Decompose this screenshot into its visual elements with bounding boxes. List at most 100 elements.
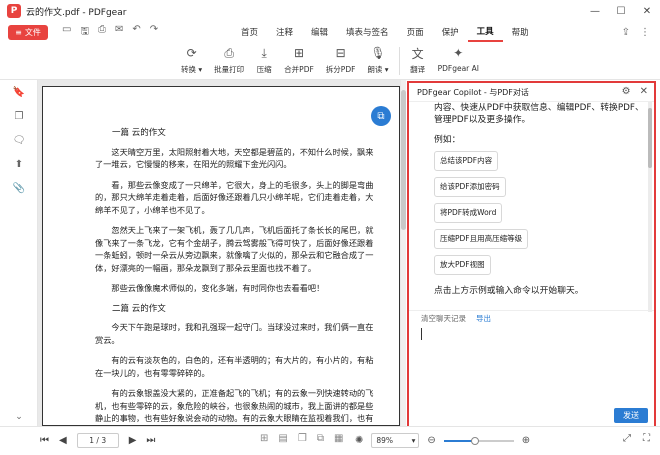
document-paragraph: 看，那些云像变成了一只绵羊，它很大，身上的毛很多，头上的脚是弯曲的，那只大绵羊走… <box>95 179 374 215</box>
copilot-hint-text: 点击上方示例或输入命令以开始聊天。 <box>434 286 584 296</box>
undo-icon[interactable]: ↶ <box>132 24 140 41</box>
pdf-page: 一篇 云的作文这天晴空万里，太阳照射着大地，天空都是碧蓝的，不知什么时候，飘来了… <box>42 86 400 426</box>
zoom-select[interactable]: 89% ▾ <box>371 433 420 448</box>
tab-2[interactable]: 编辑 <box>302 22 337 42</box>
more-icon[interactable]: ⋮ <box>640 27 650 38</box>
two-page-icon[interactable]: ❐ <box>298 433 307 444</box>
pdfgear-ai-button[interactable]: ✦ PDFgear AI <box>432 45 485 75</box>
main-tabs: 首页 注释 编辑 填表与签名 页面 保护 工具 帮助 <box>232 22 538 42</box>
convert-label: 转换 ▾ <box>181 65 203 74</box>
tab-0[interactable]: 首页 <box>232 22 267 42</box>
two-page-continuous-icon[interactable]: ⧉ <box>317 433 324 444</box>
merge-pdf-label: 合并PDF <box>284 65 314 74</box>
compress-button[interactable]: ⤓ 压缩 <box>250 45 278 75</box>
comments-icon[interactable]: 🗨 <box>0 128 38 152</box>
tab-5[interactable]: 保护 <box>433 22 468 42</box>
file-menu-label: 文件 <box>24 27 41 37</box>
merge-pdf-icon: ⊞ <box>293 46 305 60</box>
translate-icon: 文 <box>411 46 424 61</box>
copilot-scrollbar[interactable] <box>648 102 652 312</box>
document-heading: 一篇 云的作文 <box>112 128 166 138</box>
tab-3[interactable]: 填表与签名 <box>337 22 398 42</box>
compress-icon: ⤓ <box>261 45 267 60</box>
next-page-icon[interactable]: ▶ <box>129 435 137 446</box>
merge-pdf-button[interactable]: ⊞ 合并PDF <box>278 45 320 75</box>
zoom-slider[interactable] <box>443 436 514 445</box>
zoom-slider-handle[interactable] <box>471 436 480 445</box>
tools-ribbon: ⟳ 转换 ▾ ⎙ 批量打印 ⤓ 压缩 ⊞ 合并PDF ⊟ 拆分PDF 🎙 朗读 ▾ 文翻译 ✦ PDFgea… <box>0 42 660 80</box>
attachment-icon[interactable]: 📎 <box>0 176 38 200</box>
zoom-out-icon[interactable]: ⊖ <box>427 435 435 446</box>
fullscreen-icon[interactable]: ⛶ <box>643 433 650 444</box>
example-prompt-chip[interactable]: 放大PDF视图 <box>434 255 491 275</box>
last-page-icon[interactable]: ⏭ <box>146 435 155 446</box>
compress-label: 压缩 <box>256 65 272 74</box>
menu-icon: ≡ <box>15 27 22 37</box>
print-icon[interactable]: ⎙ <box>98 24 106 41</box>
zoom-value: 89% <box>376 436 394 445</box>
read-aloud-button[interactable]: 🎙 朗读 ▾ <box>361 45 394 75</box>
maximize-button[interactable]: ☐ <box>608 0 634 22</box>
convert-button[interactable]: ⟳ 转换 ▾ <box>175 45 208 75</box>
document-scroll-thumb[interactable] <box>401 90 406 230</box>
fit-page-icon[interactable]: ⤢ <box>623 433 631 444</box>
pdfgear-logo-icon: P <box>7 4 21 18</box>
document-viewer: 一篇 云的作文这天晴空万里，太阳照射着大地，天空都是碧蓝的，不知什么时候，飘来了… <box>38 80 406 426</box>
document-scrollbar[interactable] <box>401 80 406 426</box>
batch-print-button[interactable]: ⎙ 批量打印 <box>208 45 250 75</box>
save-icon[interactable]: 🖫 <box>80 24 89 41</box>
copilot-float-icon[interactable]: ⧉ <box>371 106 391 126</box>
tab-1[interactable]: 注释 <box>267 22 302 42</box>
document-paragraph: 那些云像像魔术师似的，变化多端，有时同你也去看看吧！ <box>111 283 325 293</box>
document-paragraph: 忽然天上飞来了一架飞机，轰了几几声，飞机后面托了条长长的尾巴，就像飞来了一条飞龙… <box>95 225 374 273</box>
export-chat-link[interactable]: 导出 <box>476 313 491 324</box>
clear-chat-link[interactable]: 清空聊天记录 <box>421 313 466 324</box>
minimize-button[interactable]: — <box>582 0 608 22</box>
upload-icon[interactable]: ⬆ <box>0 152 38 176</box>
example-prompt-chip[interactable]: 将PDF转成Word <box>434 203 503 223</box>
page-number-input[interactable]: 1 / 3 <box>76 433 119 448</box>
prev-page-icon[interactable]: ◀ <box>59 435 67 446</box>
example-prompt-chip[interactable]: 总结该PDF内容 <box>434 151 499 171</box>
first-page-icon[interactable]: ⏮ <box>40 435 49 446</box>
tab-7[interactable]: 帮助 <box>503 22 538 42</box>
translate-button[interactable]: 文翻译 <box>404 45 432 75</box>
share-icon[interactable]: ⇪ <box>622 27 630 38</box>
close-window-button[interactable]: ✕ <box>634 0 660 22</box>
split-pdf-button[interactable]: ⊟ 拆分PDF <box>320 45 362 75</box>
tab-4[interactable]: 页面 <box>398 22 433 42</box>
menu-bar: ≡ 文件 ▭ 🖫 ⎙ ✉ ↶ ↷ 首页 注释 编辑 填表与签名 页面 保护 工具 帮助 ⇪ ⋮ <box>0 22 660 42</box>
brightness-icon[interactable]: ✺ <box>355 435 363 446</box>
email-icon[interactable]: ✉ <box>115 24 123 41</box>
send-button[interactable]: 发送 <box>614 408 648 423</box>
document-paragraph: 有的云有淡灰色的，白色的，还有半透明的；有大片的，有小片的，有粘在一块儿的，也有… <box>95 355 374 378</box>
thumbnails-icon[interactable]: ❐ <box>0 104 38 128</box>
batch-print-label: 批量打印 <box>214 65 245 74</box>
copilot-intro-text: 内容、快速从PDF中获取信息、编辑PDF、转换PDF、管理PDF以及更多操作。 <box>434 103 644 125</box>
single-page-icon[interactable]: ⊞ <box>260 433 268 444</box>
document-paragraph: 这天晴空万里，太阳照射着大地，天空都是碧蓝的，不知什么时候，飘来了一堆云，它慢慢… <box>95 146 374 170</box>
copilot-header: PDFgear Copilot - 与PDF对话 ⚙ ✕ <box>409 83 654 102</box>
redo-icon[interactable]: ↷ <box>150 24 158 41</box>
file-menu-button[interactable]: ≡ 文件 <box>8 24 48 40</box>
collapse-icon[interactable]: ⌄ <box>0 412 38 422</box>
copilot-scroll-thumb[interactable] <box>648 108 652 168</box>
split-pdf-icon: ⊟ <box>335 46 346 60</box>
zoom-in-icon[interactable]: ⊕ <box>522 435 530 446</box>
example-label: 例如： <box>434 135 461 145</box>
copilot-settings-icon[interactable]: ⚙ <box>622 86 631 97</box>
tab-6[interactable]: 工具 <box>467 22 503 42</box>
left-sidebar: 🔖 ❐ 🗨 ⬆ 📎 ⌄ <box>0 80 38 426</box>
bookmark-icon[interactable]: 🔖 <box>0 80 38 104</box>
chat-input[interactable] <box>419 328 647 408</box>
example-prompt-chip[interactable]: 给该PDF添加密码 <box>434 177 506 197</box>
example-prompt-chip[interactable]: 压缩PDF且用高压缩等级 <box>434 229 529 249</box>
document-heading: 二篇 云的作文 <box>112 303 166 314</box>
grid-view-icon[interactable]: ▦ <box>334 433 343 444</box>
chevron-down-icon: ▾ <box>411 436 416 445</box>
copilot-close-icon[interactable]: ✕ <box>640 86 648 97</box>
split-pdf-label: 拆分PDF <box>325 65 356 74</box>
text-caret <box>421 328 422 340</box>
open-file-icon[interactable]: ▭ <box>62 24 71 41</box>
continuous-icon[interactable]: ▤ <box>278 433 287 444</box>
